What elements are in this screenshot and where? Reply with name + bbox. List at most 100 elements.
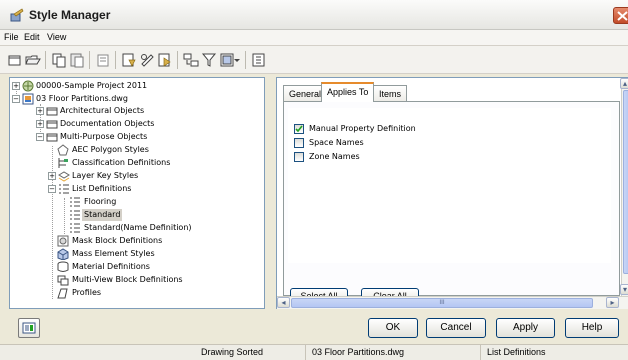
project-icon: [22, 80, 34, 92]
tree-item-label: Standard(Name Definition): [84, 223, 192, 232]
drawing-icon: [22, 93, 34, 105]
set-from-icon[interactable]: [157, 52, 173, 68]
edit-style-icon[interactable]: [139, 52, 155, 68]
tab-content: Manual Property Definition Space Names Z…: [283, 101, 620, 296]
close-button[interactable]: [613, 7, 628, 24]
tree-item-standard-name-definition[interactable]: Standard(Name Definition): [10, 222, 260, 234]
sort-icon[interactable]: [183, 52, 199, 68]
tree-item-label: Flooring: [84, 197, 117, 206]
folder-icon: [46, 120, 58, 129]
tree-item-layer-key[interactable]: + Layer Key Styles: [10, 170, 260, 182]
toggle-panel-button[interactable]: [18, 318, 40, 338]
style-tree[interactable]: + 00000-Sample Project 2011 − 03 Floor P…: [9, 77, 265, 309]
new-style-icon[interactable]: [121, 52, 137, 68]
collapse-toggle[interactable]: −: [12, 95, 20, 103]
tree-item-label: List Definitions: [72, 184, 132, 193]
expand-toggle[interactable]: +: [36, 120, 44, 128]
tree-item-profiles[interactable]: Profiles: [10, 287, 260, 299]
checkmark-icon: [295, 125, 303, 133]
menu-file[interactable]: File: [4, 32, 19, 42]
multi-view-block-icon: [57, 275, 69, 286]
expand-toggle[interactable]: +: [12, 82, 20, 90]
style-manager-icon: [10, 8, 24, 22]
checkbox-zone-names[interactable]: [294, 152, 304, 162]
toolbar-separator: [89, 51, 90, 69]
tree-item-label: Multi-Purpose Objects: [60, 132, 148, 141]
dropdown-icon[interactable]: [233, 52, 241, 68]
tree-item-flooring[interactable]: Flooring: [10, 196, 260, 208]
checkbox-manual-property-definition[interactable]: [294, 124, 304, 134]
tree-item-drawing[interactable]: − 03 Floor Partitions.dwg: [10, 93, 260, 105]
tree-item-label: Layer Key Styles: [72, 171, 139, 180]
paste-icon[interactable]: [69, 52, 85, 68]
status-type: List Definitions: [480, 345, 628, 360]
scroll-up-icon[interactable]: ▴: [620, 78, 628, 89]
classification-icon: [58, 158, 68, 168]
ok-button[interactable]: OK: [368, 318, 418, 338]
filter-icon[interactable]: [201, 52, 217, 68]
scroll-left-icon[interactable]: ◂: [277, 297, 290, 308]
toggle-view-icon[interactable]: [251, 52, 267, 68]
tab-applies-to[interactable]: Applies To: [321, 82, 375, 102]
tree-item-documentation[interactable]: + Documentation Objects: [10, 118, 260, 130]
tree-item-label: AEC Polygon Styles: [72, 145, 149, 154]
mass-element-icon: [57, 248, 69, 260]
cancel-button[interactable]: Cancel: [426, 318, 486, 338]
tree-item-label: 03 Floor Partitions.dwg: [36, 94, 128, 103]
purge-icon[interactable]: [95, 52, 111, 68]
collapse-toggle[interactable]: −: [36, 133, 44, 141]
tree-item-label: 00000-Sample Project 2011: [36, 81, 148, 90]
folder-icon: [46, 107, 58, 116]
menu-edit[interactable]: Edit: [24, 32, 40, 42]
tree-item-label: Standard: [82, 209, 123, 221]
tab-items[interactable]: Items: [373, 85, 408, 102]
toolbar-separator: [115, 51, 116, 69]
expand-toggle[interactable]: +: [36, 107, 44, 115]
tree-item-list-definitions[interactable]: − List Definitions: [10, 183, 260, 195]
status-drawing: 03 Floor Partitions.dwg: [305, 345, 480, 360]
collapse-toggle[interactable]: −: [48, 185, 56, 193]
toolbar-separator: [177, 51, 178, 69]
tree-item-multi-purpose[interactable]: − Multi-Purpose Objects: [10, 131, 260, 143]
checkbox-label: Space Names: [309, 138, 364, 147]
tree-item-material[interactable]: Material Definitions: [10, 261, 260, 273]
scroll-down-icon[interactable]: ▾: [620, 284, 628, 295]
folder-icon: [46, 133, 58, 142]
vertical-scroll-thumb[interactable]: [623, 90, 628, 274]
tree-item-label: Mass Element Styles: [72, 249, 155, 258]
open-icon[interactable]: [25, 52, 41, 68]
help-button[interactable]: Help: [565, 318, 619, 338]
checkbox-label: Zone Names: [309, 152, 360, 161]
tree-item-mass-element[interactable]: Mass Element Styles: [10, 248, 260, 260]
copy-icon[interactable]: [51, 52, 67, 68]
checkbox-space-names[interactable]: [294, 138, 304, 148]
list-icon: [59, 184, 69, 194]
vertical-scrollbar[interactable]: ▴ ▾: [620, 78, 628, 296]
apply-button[interactable]: Apply: [496, 318, 555, 338]
horizontal-scroll-thumb[interactable]: III: [291, 298, 593, 308]
tree-item-standard[interactable]: Standard: [10, 209, 260, 221]
tree-item-label: Mask Block Definitions: [72, 236, 163, 245]
checkbox-label: Manual Property Definition: [309, 124, 416, 133]
tree-item-label: Multi-View Block Definitions: [72, 275, 183, 284]
list-item-icon: [70, 223, 80, 233]
expand-toggle[interactable]: +: [48, 172, 56, 180]
tree-item-mask-block[interactable]: Mask Block Definitions: [10, 235, 260, 247]
tree-item-project[interactable]: + 00000-Sample Project 2011: [10, 80, 260, 92]
tree-item-multi-view-block[interactable]: Multi-View Block Definitions: [10, 274, 260, 286]
tree-item-label: Material Definitions: [72, 262, 150, 271]
tree-item-label: Documentation Objects: [60, 119, 155, 128]
menu-view[interactable]: View: [47, 32, 66, 42]
tree-item-architectural[interactable]: + Architectural Objects: [10, 105, 260, 117]
new-icon[interactable]: [7, 52, 23, 68]
close-icon: [617, 11, 628, 21]
scroll-right-icon[interactable]: ▸: [606, 297, 619, 308]
tree-item-classification[interactable]: Classification Definitions: [10, 157, 260, 169]
polygon-icon: [57, 144, 69, 156]
tree-item-aec-polygon[interactable]: AEC Polygon Styles: [10, 144, 260, 156]
status-bar: Drawing Sorted 03 Floor Partitions.dwg L…: [0, 344, 628, 360]
window-title: Style Manager: [29, 8, 111, 22]
list-item-icon: [70, 197, 80, 207]
horizontal-scrollbar[interactable]: ◂ III ▸: [277, 296, 628, 309]
panel-view-icon: [22, 322, 36, 334]
